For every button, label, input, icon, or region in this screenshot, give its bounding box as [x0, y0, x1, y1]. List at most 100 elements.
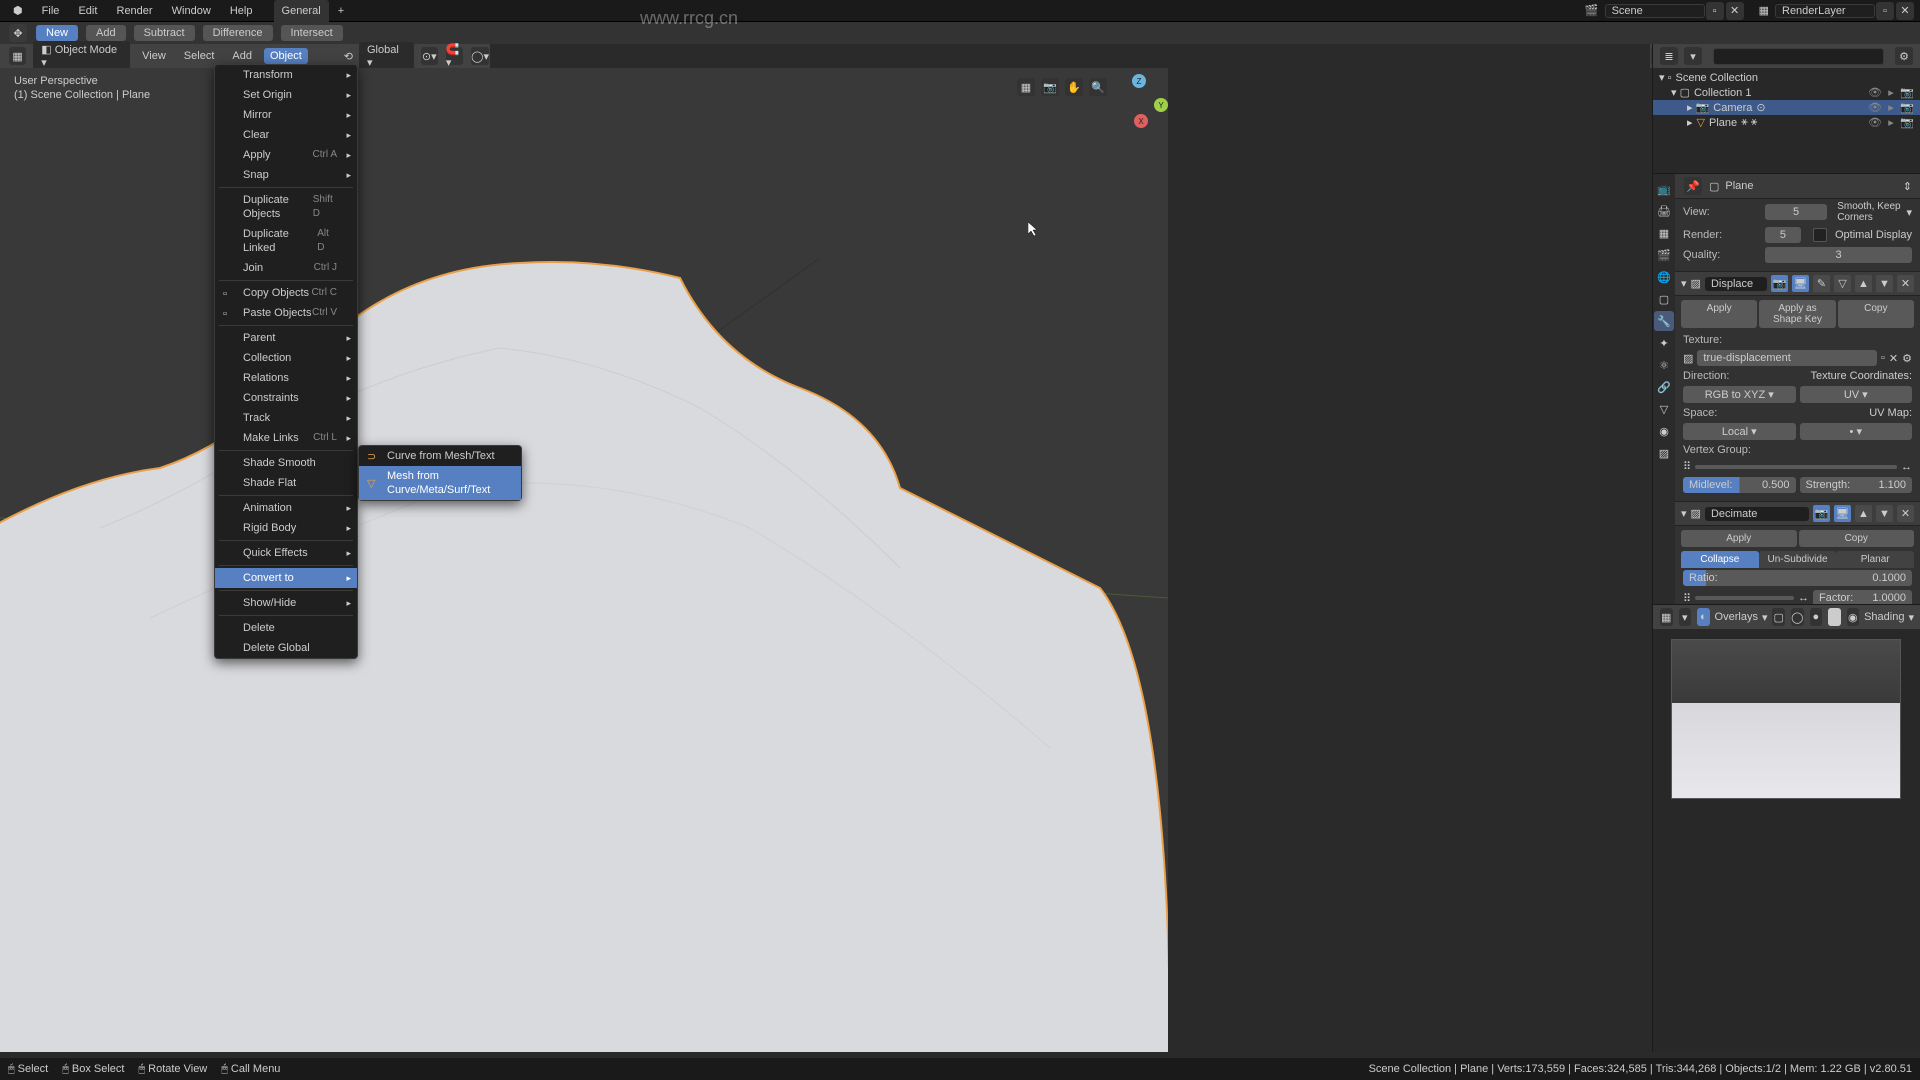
outliner-mode-icon[interactable]: ▾	[1684, 47, 1702, 65]
vg-invert-icon[interactable]: ↔	[1901, 461, 1912, 473]
tab-viewlayer-icon[interactable]: ▦	[1654, 223, 1674, 243]
view-camera-icon[interactable]: 📷	[1041, 78, 1059, 96]
pivot-icon[interactable]: ⊙▾	[421, 47, 438, 65]
factor-value[interactable]: Factor:1.0000	[1813, 590, 1912, 604]
view-pan-icon[interactable]: ✋	[1065, 78, 1083, 96]
prev-lookdev-icon[interactable]: ◐	[1828, 608, 1841, 626]
bool-new-button[interactable]: New	[36, 25, 78, 41]
tex-unlink-icon[interactable]: ✕	[1889, 352, 1898, 365]
tab-world-icon[interactable]: 🌐	[1654, 267, 1674, 287]
tex-value[interactable]: true-displacement	[1697, 350, 1877, 366]
scene-new-icon[interactable]: ▫	[1706, 2, 1724, 20]
midlevel-slider[interactable]: Midlevel:0.500	[1683, 477, 1796, 493]
objmenu-collection[interactable]: Collection	[215, 348, 357, 368]
hdr-select[interactable]: Select	[178, 50, 221, 62]
tree-camera[interactable]: ▸ 📷 Camera ⊙👁▸📷	[1653, 100, 1920, 115]
editor-type-icon[interactable]: ▦	[9, 47, 26, 65]
prev-overlays-label[interactable]: Overlays	[1715, 611, 1758, 623]
disp-edit-icon[interactable]: ✎	[1813, 275, 1830, 292]
add-workspace-button[interactable]: +	[332, 0, 350, 22]
objmenu-clear[interactable]: Clear	[215, 125, 357, 145]
rend-icon[interactable]: 📷	[1900, 86, 1914, 99]
objmenu-delete-global[interactable]: Delete Global	[215, 638, 357, 658]
dec-copy-button[interactable]: Copy	[1799, 530, 1915, 547]
orientation-selector[interactable]: Global ▾	[359, 42, 414, 71]
texc-value[interactable]: UV ▾	[1800, 386, 1913, 403]
disp-up-icon[interactable]: ▲	[1855, 275, 1872, 292]
tab-texture-icon[interactable]: ▨	[1654, 443, 1674, 463]
prev-overlays-icon[interactable]: ◐	[1697, 608, 1710, 626]
sel-icon[interactable]: ▸	[1884, 86, 1898, 99]
bool-difference-button[interactable]: Difference	[203, 25, 273, 41]
objmenu-shade-smooth[interactable]: Shade Smooth	[215, 453, 357, 473]
tab-object-icon[interactable]: ▢	[1654, 289, 1674, 309]
objmenu-set-origin[interactable]: Set Origin	[215, 85, 357, 105]
tool-cursor-icon[interactable]: ✥	[9, 24, 27, 42]
optimal-check[interactable]	[1813, 228, 1827, 242]
disp-render-icon[interactable]: 📷	[1771, 275, 1788, 292]
pin-icon[interactable]: 📌	[1684, 177, 1702, 195]
objmenu-rigid-body[interactable]: Rigid Body	[215, 518, 357, 538]
hdr-add[interactable]: Add	[226, 50, 258, 62]
scene-del-icon[interactable]: ✕	[1726, 2, 1744, 20]
snap-icon[interactable]: 🧲▾	[446, 47, 463, 65]
gizmo-x-icon[interactable]: X	[1134, 114, 1148, 128]
view-value[interactable]: 5	[1765, 204, 1827, 220]
disp-realtime-icon[interactable]: 🖥	[1792, 275, 1809, 292]
layer-del-icon[interactable]: ✕	[1896, 2, 1914, 20]
dec-down-icon[interactable]: ▼	[1876, 505, 1893, 522]
prev-rendered-icon[interactable]: ◉	[1847, 608, 1860, 626]
objmenu-constraints[interactable]: Constraints	[215, 388, 357, 408]
objmenu-track[interactable]: Track	[215, 408, 357, 428]
dec-render-icon[interactable]: 📷	[1813, 505, 1830, 522]
objmenu-join[interactable]: JoinCtrl J	[215, 258, 357, 278]
tree-scene-collection[interactable]: ▾ ▫ Scene Collection	[1653, 70, 1920, 85]
hdr-object[interactable]: Object	[264, 48, 308, 64]
bool-intersect-button[interactable]: Intersect	[281, 25, 343, 41]
dec-collapse-tab[interactable]: Collapse	[1681, 551, 1759, 568]
dec-close-icon[interactable]: ✕	[1897, 505, 1914, 522]
dec-planar-tab[interactable]: Planar	[1836, 551, 1914, 568]
3d-viewport[interactable]: User Perspective (1) Scene Collection | …	[0, 68, 1168, 1052]
tab-particle-icon[interactable]: ✦	[1654, 333, 1674, 353]
objmenu-mirror[interactable]: Mirror	[215, 105, 357, 125]
prev-menu-icon[interactable]: ▾	[1679, 608, 1692, 626]
objmenu-relations[interactable]: Relations	[215, 368, 357, 388]
objmenu-convert-to[interactable]: Convert to	[215, 568, 357, 588]
objmenu-transform[interactable]: Transform	[215, 65, 357, 85]
workspace-tab[interactable]: General	[274, 0, 329, 22]
vis-icon[interactable]: 👁	[1868, 86, 1882, 99]
objmenu-duplicate-objects[interactable]: Duplicate ObjectsShift D	[215, 190, 357, 224]
objmenu-paste-objects[interactable]: ▫Paste ObjectsCtrl V	[215, 303, 357, 323]
objmenu-parent[interactable]: Parent	[215, 328, 357, 348]
tree-collection1[interactable]: ▾ ▢ Collection 1👁▸📷	[1653, 85, 1920, 100]
nav-gizmo[interactable]: Z Y X	[1110, 74, 1168, 132]
tab-data-icon[interactable]: ▽	[1654, 399, 1674, 419]
prev-solid-icon[interactable]: ●	[1810, 608, 1823, 626]
tex-new-icon[interactable]: ▫	[1881, 352, 1885, 364]
dec-realtime-icon[interactable]: 🖥	[1834, 505, 1851, 522]
gizmo-z-icon[interactable]: Z	[1132, 74, 1146, 88]
tab-render-icon[interactable]: 📺	[1654, 179, 1674, 199]
tab-modifier-icon[interactable]: 🔧	[1654, 311, 1674, 331]
disp-copy-button[interactable]: Copy	[1838, 300, 1914, 328]
space-value[interactable]: Local ▾	[1683, 423, 1796, 440]
vg2-value[interactable]	[1695, 596, 1794, 600]
tab-physics-icon[interactable]: ⚛	[1654, 355, 1674, 375]
ratio-slider[interactable]: Ratio:0.1000	[1683, 570, 1912, 586]
preview-render[interactable]	[1671, 639, 1901, 799]
objmenu-delete[interactable]: Delete	[215, 618, 357, 638]
dir-value[interactable]: RGB to XYZ ▾	[1683, 386, 1796, 403]
decimate-name[interactable]: Decimate	[1705, 507, 1809, 521]
objmenu-copy-objects[interactable]: ▫Copy ObjectsCtrl C	[215, 283, 357, 303]
objmenu-shade-flat[interactable]: Shade Flat	[215, 473, 357, 493]
layer-field[interactable]: RenderLayer	[1775, 4, 1875, 18]
displace-header[interactable]: ▾▨ Displace 📷 🖥 ✎ ▽ ▲ ▼ ✕	[1675, 271, 1920, 296]
dec-unsub-tab[interactable]: Un-Subdivide	[1759, 551, 1837, 568]
objmenu-snap[interactable]: Snap	[215, 165, 357, 185]
vg-value[interactable]	[1695, 465, 1897, 469]
tab-material-icon[interactable]: ◉	[1654, 421, 1674, 441]
dec-up-icon[interactable]: ▲	[1855, 505, 1872, 522]
disp-cage-icon[interactable]: ▽	[1834, 275, 1851, 292]
prev-type-icon[interactable]: ▦	[1660, 608, 1673, 626]
